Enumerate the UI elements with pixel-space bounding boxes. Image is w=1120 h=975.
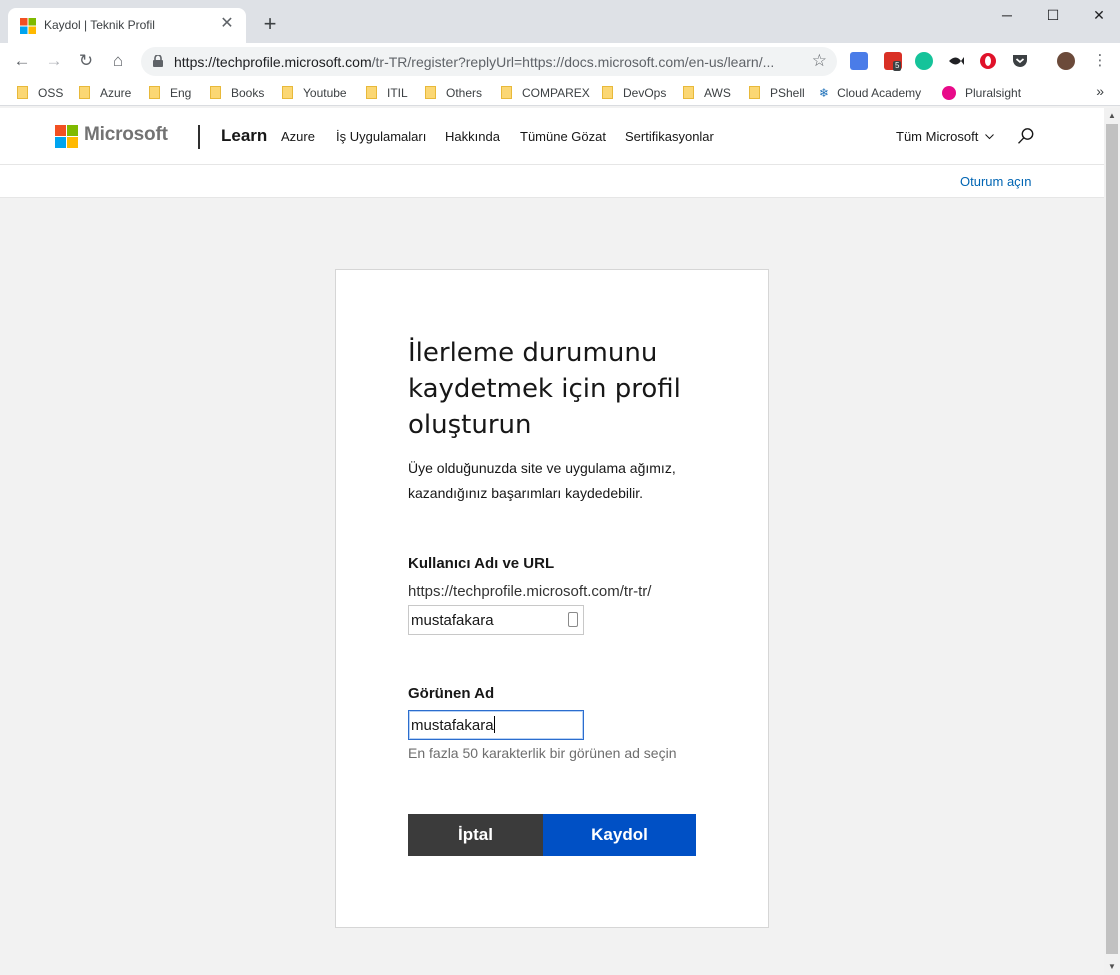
all-microsoft-menu[interactable]: Tüm Microsoft: [896, 129, 994, 144]
more-bookmarks-icon[interactable]: »: [1096, 83, 1104, 99]
home-icon[interactable]: ⌂: [106, 49, 130, 73]
todo-extension-icon[interactable]: 5: [884, 52, 902, 71]
learn-link[interactable]: Learn: [221, 126, 267, 146]
reload-icon[interactable]: ↻: [74, 49, 98, 73]
display-name-label: Görünen Ad: [408, 685, 495, 702]
microsoft-favicon-icon: [20, 18, 36, 34]
translate-extension-icon[interactable]: [850, 52, 868, 70]
chevron-down-icon: [985, 134, 994, 140]
maximize-icon[interactable]: ☐: [1030, 4, 1076, 26]
page-viewport: Microsoft Learn Azure İş Uygulamaları Ha…: [0, 108, 1104, 975]
minimize-icon[interactable]: ─: [984, 4, 1030, 26]
folder-icon: [282, 86, 293, 99]
profile-url-prefix: https://techprofile.microsoft.com/tr-tr/: [408, 583, 652, 600]
cancel-button[interactable]: İptal: [408, 814, 543, 856]
opera-extension-icon[interactable]: [979, 52, 997, 70]
microsoft-brand[interactable]: Microsoft: [84, 124, 168, 146]
new-tab-icon[interactable]: +: [258, 12, 282, 36]
forward-icon[interactable]: →: [42, 49, 66, 73]
bookmark-folder[interactable]: AWS: [683, 84, 731, 102]
profile-avatar[interactable]: [1057, 52, 1075, 70]
close-window-icon[interactable]: ✕: [1076, 4, 1120, 26]
bookmark-folder[interactable]: Youtube: [282, 84, 347, 102]
pluralsight-icon: [942, 86, 956, 100]
display-name-input[interactable]: mustafakara: [408, 710, 584, 740]
account-bar: Oturum açın: [0, 165, 1104, 198]
bookmark-folder[interactable]: Eng: [149, 84, 191, 102]
scroll-down-icon[interactable]: ▼: [1108, 963, 1116, 971]
username-label: Kullanıcı Adı ve URL: [408, 555, 555, 572]
username-input[interactable]: mustafakara: [408, 605, 584, 635]
bookmark-folder[interactable]: Azure: [79, 84, 131, 102]
folder-icon: [17, 86, 28, 99]
nav-browse-all[interactable]: Tümüne Gözat: [520, 129, 606, 144]
bookmarks-bar: OSS Azure Eng Books Youtube ITIL Others …: [0, 79, 1120, 106]
bookmark-folder[interactable]: DevOps: [602, 84, 666, 102]
text-caret: [493, 716, 495, 733]
tab-title: Kaydol | Teknik Profil: [44, 18, 155, 32]
page-scrollbar[interactable]: ▲ ▼: [1104, 108, 1120, 975]
scroll-up-icon[interactable]: ▲: [1108, 112, 1116, 120]
nav-about[interactable]: Hakkında: [445, 129, 500, 144]
fish-extension-icon[interactable]: [947, 52, 965, 70]
page-title: İlerleme durumunu kaydetmek için profil …: [408, 338, 681, 440]
folder-icon: [602, 86, 613, 99]
back-icon[interactable]: ←: [10, 49, 34, 73]
bookmark-folder[interactable]: Others: [425, 84, 482, 102]
browser-toolbar: ← → ↻ ⌂ https://techprofile.microsoft.co…: [0, 43, 1120, 79]
extension-badge: 5: [893, 61, 902, 71]
folder-icon: [210, 86, 221, 99]
header-divider: [198, 125, 200, 149]
url-text: https://techprofile.microsoft.com/tr-TR/…: [174, 54, 775, 70]
bookmark-folder[interactable]: OSS: [17, 84, 63, 102]
bookmark-cloud-academy[interactable]: ❄ Cloud Academy: [819, 84, 921, 102]
credential-icon[interactable]: [568, 612, 578, 627]
register-button[interactable]: Kaydol: [543, 814, 696, 856]
nav-certifications[interactable]: Sertifikasyonlar: [625, 129, 714, 144]
address-bar[interactable]: https://techprofile.microsoft.com/tr-TR/…: [141, 47, 837, 76]
snowflake-icon: ❄: [819, 86, 830, 100]
folder-icon: [79, 86, 90, 99]
bookmark-folder[interactable]: PShell: [749, 84, 805, 102]
browser-tab-strip: Kaydol | Teknik Profil ✕ + ─ ☐ ✕: [0, 0, 1120, 43]
bookmark-folder[interactable]: COMPAREX: [501, 84, 590, 102]
lock-icon: [153, 55, 163, 67]
search-icon[interactable]: [1017, 127, 1035, 145]
folder-icon: [749, 86, 760, 99]
create-profile-card: İlerleme durumunu kaydetmek için profil …: [335, 269, 769, 928]
bookmark-folder[interactable]: Books: [210, 84, 264, 102]
microsoft-logo-icon[interactable]: [55, 125, 78, 148]
menu-kebab-icon[interactable]: ⋮: [1088, 49, 1112, 73]
folder-icon: [149, 86, 160, 99]
browser-tab[interactable]: Kaydol | Teknik Profil ✕: [8, 8, 246, 43]
folder-icon: [425, 86, 436, 99]
folder-icon: [366, 86, 377, 99]
folder-icon: [683, 86, 694, 99]
display-name-hint: En fazla 50 karakterlik bir görünen ad s…: [408, 745, 677, 761]
bookmark-star-icon[interactable]: ☆: [812, 51, 827, 71]
bookmark-folder[interactable]: ITIL: [366, 84, 408, 102]
scrollbar-thumb[interactable]: [1106, 124, 1118, 954]
grammarly-extension-icon[interactable]: [915, 52, 933, 70]
intro-text: Üye olduğunuzda site ve uygulama ağımız,…: [408, 460, 676, 501]
close-tab-icon[interactable]: ✕: [218, 15, 236, 33]
nav-business-apps[interactable]: İş Uygulamaları: [336, 129, 426, 144]
pocket-extension-icon[interactable]: [1011, 52, 1029, 70]
sign-in-link[interactable]: Oturum açın: [960, 174, 1032, 189]
bookmark-pluralsight[interactable]: Pluralsight: [942, 84, 1021, 102]
site-header: Microsoft Learn Azure İş Uygulamaları Ha…: [0, 108, 1104, 165]
folder-icon: [501, 86, 512, 99]
nav-azure[interactable]: Azure: [281, 129, 315, 144]
